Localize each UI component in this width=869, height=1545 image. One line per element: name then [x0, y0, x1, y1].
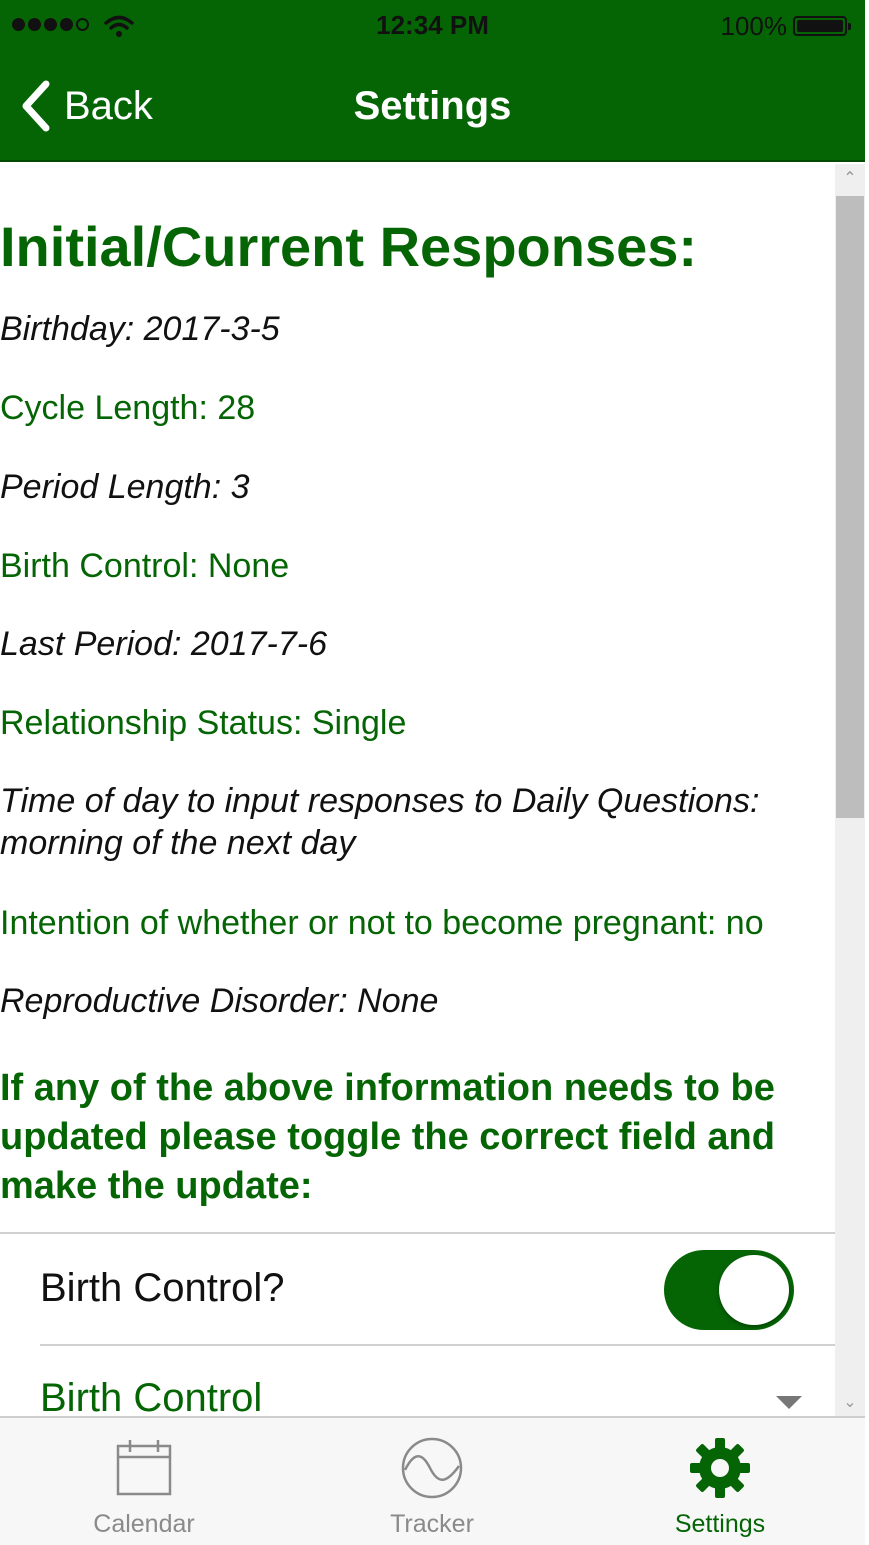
battery-percentage: 100% [720, 11, 788, 41]
tab-tracker-label: Tracker [390, 1510, 474, 1538]
scrollbar-thumb[interactable] [836, 196, 864, 818]
response-reproductive-disorder: Reproductive Disorder: None [0, 982, 439, 1020]
response-birth-control: Birth Control: None [0, 547, 290, 585]
status-bar: 12:34 PM 100% [0, 0, 865, 52]
response-period-length: Period Length: 3 [0, 468, 250, 506]
tab-bar: Calendar Tracker Settings [0, 1416, 865, 1545]
birth-control-toggle[interactable] [664, 1250, 794, 1330]
wave-icon [401, 1437, 463, 1499]
scroll-up-arrow-icon[interactable]: ⌃ [835, 168, 865, 188]
response-last-period: Last Period: 2017-7-6 [0, 625, 327, 663]
navigation-bar: Back Settings [0, 52, 865, 162]
tab-settings-label: Settings [674, 1510, 766, 1538]
response-relationship-status: Relationship Status: Single [0, 704, 407, 742]
settings-content[interactable]: Initial/Current Responses: Birthday: 201… [0, 164, 835, 1416]
battery-icon [793, 16, 851, 36]
update-instructions: If any of the above information needs to… [0, 1067, 775, 1207]
tab-settings[interactable]: Settings [576, 1418, 864, 1545]
birth-control-dropdown-label: Birth Control [40, 1376, 263, 1416]
tab-tracker[interactable]: Tracker [288, 1418, 576, 1545]
scroll-down-arrow-icon[interactable]: ⌄ [835, 1392, 865, 1412]
toggle-knob [719, 1255, 789, 1325]
birth-control-toggle-row[interactable]: Birth Control? [0, 1234, 835, 1344]
gear-icon [690, 1438, 750, 1498]
responses-heading: Initial/Current Responses: [0, 215, 698, 278]
window-edge [865, 0, 869, 1545]
birth-control-dropdown[interactable]: Birth Control [0, 1346, 835, 1416]
response-input-time: Time of day to input responses to Daily … [0, 782, 760, 862]
response-cycle-length: Cycle Length: 28 [0, 389, 256, 427]
response-pregnancy-intention: Intention of whether or not to become pr… [0, 904, 764, 942]
tab-calendar-label: Calendar [93, 1510, 195, 1538]
scrollbar[interactable]: ⌃ ⌄ [835, 164, 865, 1416]
page-title: Settings [353, 84, 512, 128]
caret-down-icon [776, 1396, 802, 1409]
response-birthday: Birthday: 2017-3-5 [0, 310, 280, 348]
calendar-icon [116, 1440, 172, 1496]
tab-calendar[interactable]: Calendar [0, 1418, 288, 1545]
birth-control-toggle-label: Birth Control? [40, 1266, 285, 1310]
